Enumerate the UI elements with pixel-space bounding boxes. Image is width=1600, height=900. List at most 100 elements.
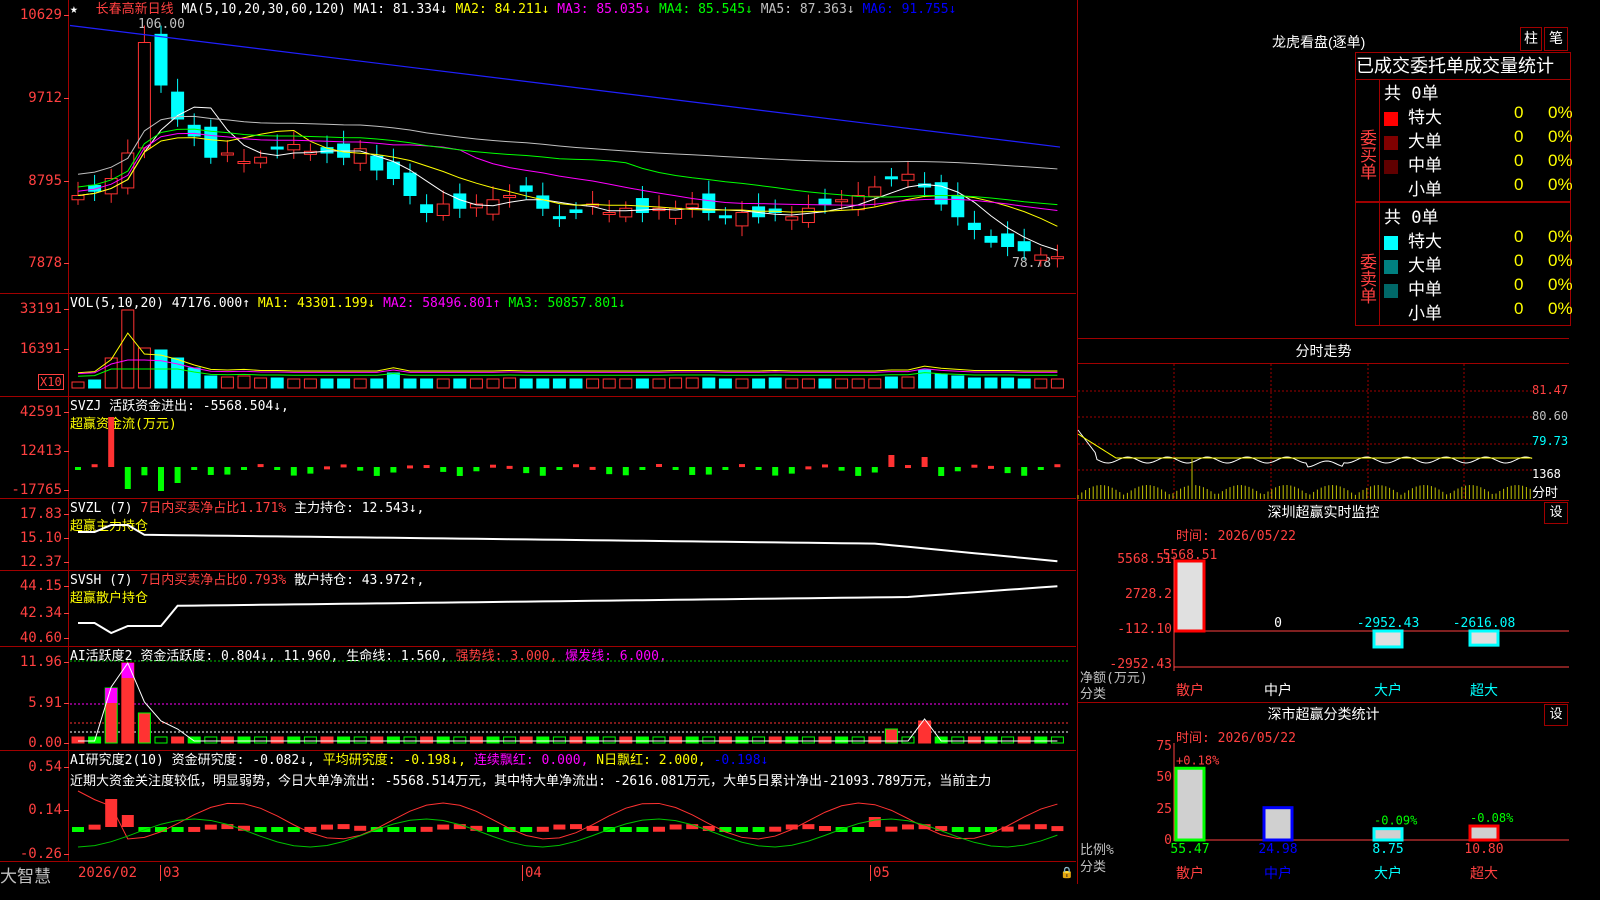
flow-bar bbox=[1021, 467, 1028, 476]
flow-bar bbox=[905, 465, 911, 469]
activity-bar bbox=[619, 736, 633, 744]
volume-bar bbox=[868, 378, 882, 389]
date-label: 05 bbox=[870, 865, 890, 881]
volume-bar bbox=[303, 378, 317, 389]
volume-bar bbox=[519, 378, 533, 389]
volume-bar bbox=[386, 372, 400, 389]
ai1-tick: 0.00 bbox=[28, 735, 69, 751]
vol-tick: 16391 bbox=[19, 341, 70, 357]
intraday-chart[interactable] bbox=[1077, 364, 1533, 500]
ai-activity-panel[interactable]: 11.96 5.91 0.00 AI活跃度2 资金活跃度: 0.804↓, 11… bbox=[0, 647, 1076, 751]
research-bar bbox=[72, 827, 84, 832]
flow-bar bbox=[423, 465, 430, 469]
volume-bar bbox=[204, 375, 218, 389]
volume-bar bbox=[486, 378, 500, 389]
lhb-row-label: 特大 bbox=[1408, 232, 1442, 251]
volume-bar bbox=[602, 378, 616, 389]
svzl-panel[interactable]: 17.83 15.10 12.37 SVZL (7) 7日内买卖净占比1.171… bbox=[0, 499, 1076, 571]
research-bar bbox=[885, 826, 898, 832]
monitor-bar-value: 5568.51 bbox=[1163, 548, 1218, 563]
activity-bar bbox=[436, 736, 450, 744]
lhb-row-value: 0 bbox=[1514, 175, 1524, 194]
classify-bar bbox=[1468, 824, 1500, 842]
color-swatch bbox=[1384, 183, 1398, 198]
activity-bar bbox=[586, 736, 600, 744]
research-bar bbox=[636, 827, 649, 832]
activity-bar bbox=[1017, 736, 1031, 744]
monitor-panel[interactable]: 深圳超赢实时监控 设 时间: 2026/05/22 净额(万元) 分类 5568… bbox=[1077, 501, 1569, 703]
volume-panel[interactable]: 33191 16391 X10 VOL(5,10,20) 47176.000↑ … bbox=[0, 294, 1076, 397]
bar-mode-button[interactable]: 柱 bbox=[1520, 27, 1542, 51]
activity-bar bbox=[204, 736, 218, 744]
svsh-axis: 44.15 42.34 40.60 bbox=[0, 571, 70, 646]
ai-research-chart[interactable] bbox=[70, 751, 1076, 861]
svzj-panel[interactable]: 42591 12413 -17765 SVZJ 活跃资金进出: -5568.50… bbox=[0, 397, 1076, 499]
svsh-panel[interactable]: 44.15 42.34 40.60 SVSH (7) 7日内买卖净占比0.793… bbox=[0, 571, 1076, 647]
research-bar bbox=[819, 825, 831, 831]
activity-bar bbox=[934, 736, 948, 744]
volume-chart[interactable] bbox=[70, 294, 1076, 396]
price-panel[interactable]: 10629 9712 8795 7878 ★ 长春高新日线 MA(5,10,20… bbox=[0, 0, 1076, 294]
volume-bar bbox=[337, 378, 351, 389]
flow-bar bbox=[224, 467, 231, 475]
retail-holding-chart[interactable] bbox=[70, 571, 1076, 646]
activity-line bbox=[78, 661, 1058, 742]
flow-bar bbox=[689, 467, 696, 475]
candle-body bbox=[220, 152, 234, 156]
volume-bar bbox=[353, 378, 367, 389]
activity-bar bbox=[868, 736, 882, 744]
volume-bar bbox=[320, 378, 334, 389]
ai2-tick: -0.26 bbox=[19, 846, 70, 862]
volume-bar bbox=[984, 377, 998, 389]
classify-change: -0.08% bbox=[1470, 811, 1514, 825]
activity-bar bbox=[303, 736, 317, 744]
flow-bar bbox=[506, 465, 513, 469]
volume-bar bbox=[619, 378, 633, 389]
lock-icon[interactable]: 🔒 bbox=[1060, 866, 1074, 879]
research-bar bbox=[752, 827, 765, 832]
volume-bar bbox=[818, 378, 832, 389]
flow-bar bbox=[1037, 467, 1044, 470]
classify-bar bbox=[1174, 766, 1206, 842]
flow-bar bbox=[523, 467, 530, 474]
intraday-title: 分时走势 bbox=[1078, 339, 1569, 364]
flow-bar bbox=[838, 467, 845, 471]
candlestick-chart[interactable] bbox=[69, 0, 1076, 293]
research-bar bbox=[105, 799, 118, 827]
volume-bar bbox=[469, 378, 483, 389]
monitor-bar-chart[interactable]: 5568.512728.2-112.10-2952.435568.51散户0中户… bbox=[1078, 501, 1569, 702]
research-bar bbox=[669, 824, 682, 830]
flow-bar bbox=[988, 465, 994, 469]
fund-flow-chart[interactable] bbox=[70, 397, 1076, 498]
research-bar bbox=[570, 824, 582, 830]
lhb-row-label: 大单 bbox=[1408, 132, 1442, 151]
classify-bar-value: 8.75 bbox=[1372, 842, 1403, 857]
research-bar bbox=[420, 826, 433, 832]
intraday-tick: 1368 bbox=[1532, 467, 1561, 481]
ai-research-panel[interactable]: 0.54 0.14 -0.26 AI研究度2(10) 资金研究度: -0.082… bbox=[0, 751, 1076, 862]
main-holding-chart[interactable] bbox=[70, 499, 1076, 570]
lhb-row-value: 0 bbox=[1514, 227, 1524, 246]
ma-line bbox=[77, 115, 1058, 175]
lhb-row: 特大 0 0% bbox=[1384, 103, 1573, 127]
activity-bar bbox=[1001, 736, 1015, 744]
tick-mode-button[interactable]: 笔 bbox=[1544, 27, 1568, 51]
ai-activity-chart[interactable] bbox=[70, 647, 1076, 750]
classify-panel[interactable]: 深市超赢分类统计 设 时间: 2026/05/22 比例% 分类 75 50 25 0… bbox=[1077, 703, 1569, 884]
candle-body bbox=[386, 161, 400, 180]
ai1-tick: 11.96 bbox=[19, 654, 70, 670]
research-bar bbox=[868, 817, 881, 827]
intraday-tick: 79.73 bbox=[1532, 434, 1569, 448]
flow-bar bbox=[357, 467, 364, 471]
lhb-row-pct: 0% bbox=[1548, 175, 1573, 194]
lhb-row-label: 小单 bbox=[1408, 180, 1442, 199]
classify-bar-chart[interactable]: 7550250+0.18%55.47散户24.98中户-0.09%8.75大户-… bbox=[1078, 703, 1569, 884]
candle-body bbox=[835, 199, 849, 203]
flow-bar bbox=[788, 467, 795, 474]
activity-bar bbox=[718, 736, 732, 744]
volume-bar bbox=[370, 378, 384, 389]
flow-bar bbox=[589, 466, 596, 470]
intraday-panel[interactable]: 分时走势 81.47 80.60 79.73 1368 分时 bbox=[1077, 339, 1569, 501]
candle-body bbox=[436, 203, 450, 217]
volume-bar bbox=[403, 378, 417, 389]
